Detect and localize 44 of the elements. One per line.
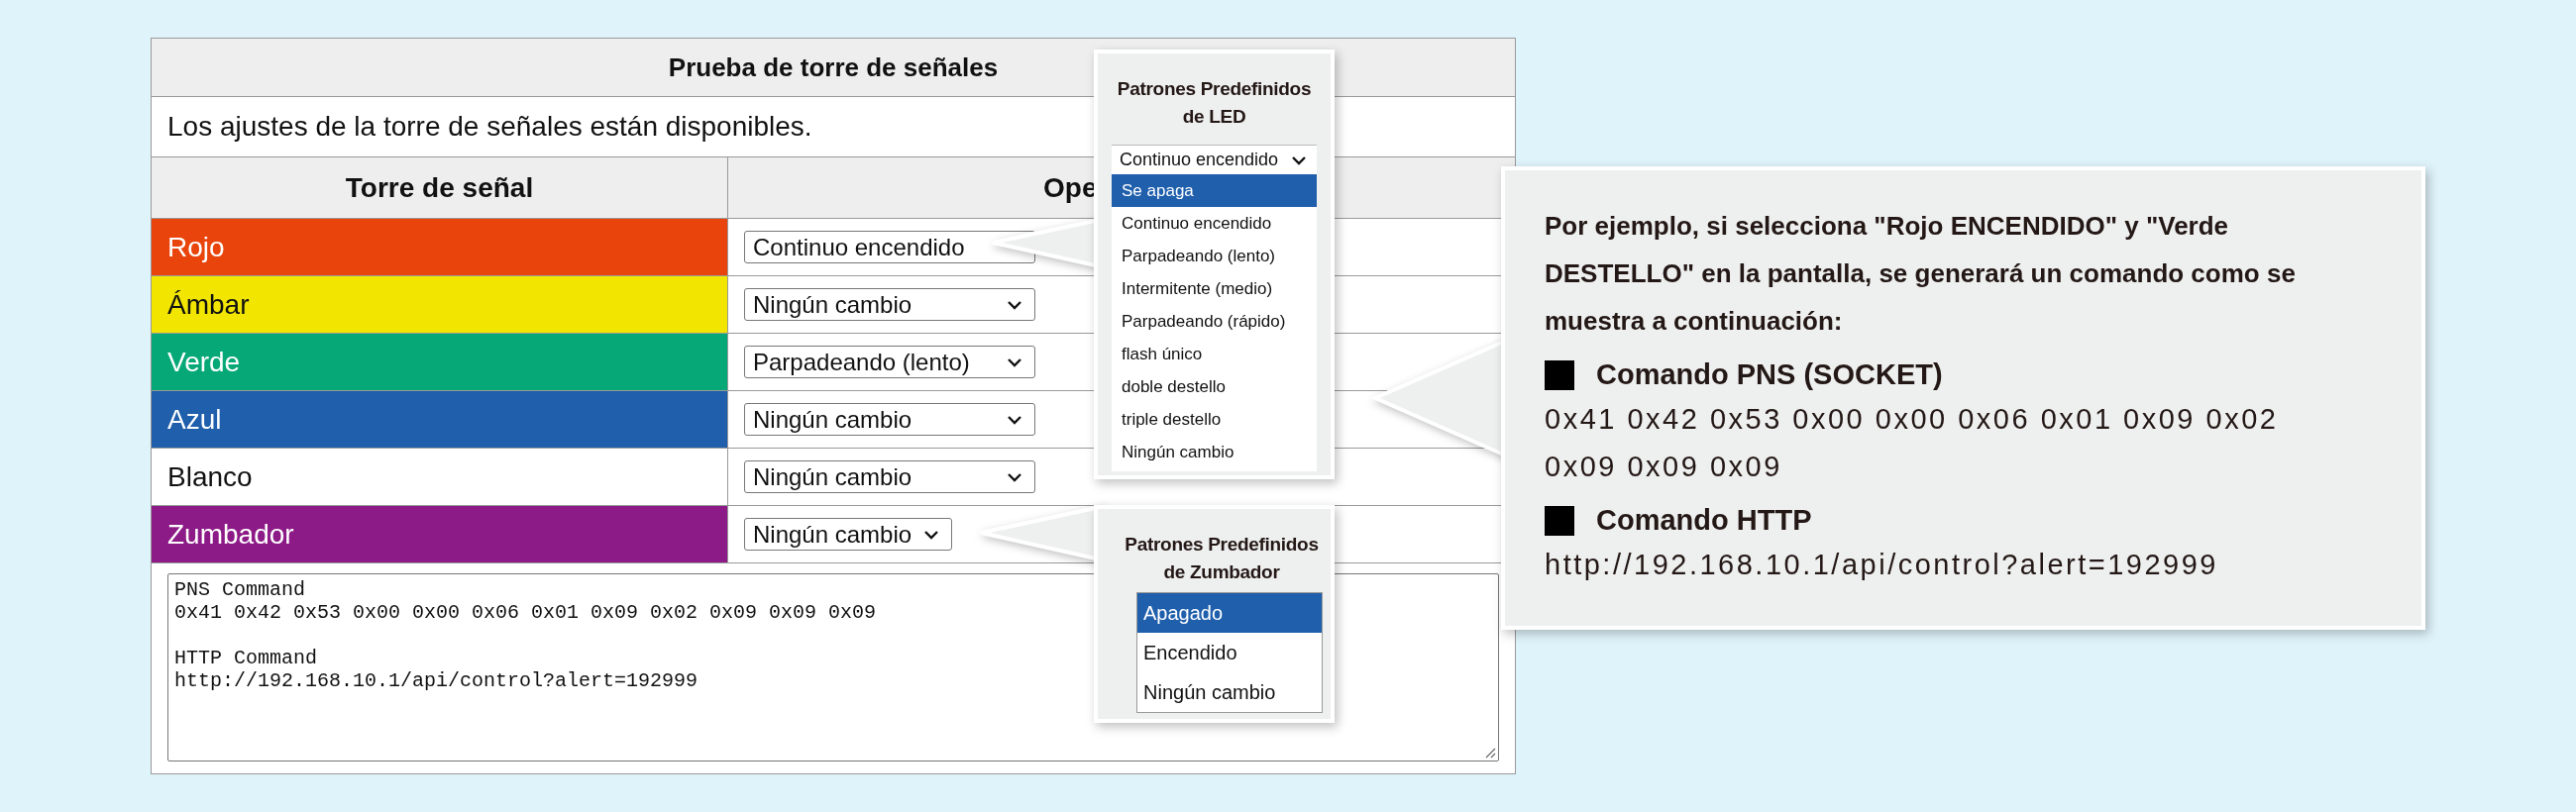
dropdown-option[interactable]: Parpadeando (lento): [1112, 240, 1317, 272]
signal-name-cell: Verde: [152, 334, 728, 391]
dropdown-option[interactable]: Apagado: [1137, 593, 1322, 633]
signal-name-cell: Rojo: [152, 219, 728, 276]
square-bullet-icon: [1545, 505, 1574, 536]
dropdown-option[interactable]: Encendido: [1137, 633, 1322, 672]
column-header: Ope: [1043, 171, 1098, 204]
chevron-down-icon: [1007, 356, 1022, 367]
section-heading: Comando HTTP: [1596, 504, 1812, 537]
command-text: 0x41 0x42 0x53 0x00 0x00 0x06 0x01 0x09 0x02 0x09 0x09 0x09: [1545, 402, 2280, 484]
section-heading: Comando PNS (SOCKET): [1596, 358, 1943, 391]
chevron-down-icon: [1007, 414, 1022, 425]
signal-name-cell: Blanco: [152, 449, 728, 506]
dropdown-option[interactable]: Se apaga: [1112, 174, 1317, 207]
column-header: Torre de señal: [345, 171, 534, 204]
dropdown-option[interactable]: Parpadeando (rápido): [1112, 305, 1317, 338]
dropdown[interactable]: Ningún cambio: [744, 288, 1035, 321]
dropdown-option[interactable]: Ningún cambio: [1137, 672, 1322, 712]
chevron-down-icon: [1007, 299, 1022, 310]
example-description: Por ejemplo, si selecciona "Rojo ENCENDIDO" y "Verde DESTELLO" en la pantalla, se generará un comando como se muestra a continuación:: [1545, 210, 2297, 338]
dropdown-option[interactable]: Continuo encendido: [1112, 207, 1317, 240]
command-text: http://192.168.10.1/api/control?alert=192999: [1545, 548, 2219, 582]
dropdown-option[interactable]: doble destello: [1112, 370, 1317, 403]
dropdown-option[interactable]: flash único: [1112, 338, 1317, 370]
dropdown-option[interactable]: Intermitente (medio): [1112, 272, 1317, 305]
dropdown-option[interactable]: triple destello: [1112, 403, 1317, 436]
chevron-down-icon: [1007, 471, 1022, 482]
dropdown[interactable]: Ningún cambio: [744, 518, 953, 551]
signal-name-cell: Ámbar: [152, 276, 728, 334]
dropdown[interactable]: Continuo encendido: [744, 231, 1035, 263]
panel-description: Los ajustes de la torre de señales están disponibles.: [167, 111, 812, 143]
square-bullet-icon: [1545, 359, 1574, 390]
signal-name-cell: Azul: [152, 391, 728, 449]
dropdown[interactable]: Ningún cambio: [744, 460, 1035, 493]
dropdown[interactable]: Parpadeando (lento): [744, 346, 1035, 378]
dropdown[interactable]: Continuo encendido: [1112, 145, 1317, 174]
dropdown[interactable]: Ningún cambio: [744, 403, 1035, 436]
callout-title: Patrones Predefinidos de LED: [1116, 77, 1313, 129]
chevron-down-icon: [1291, 154, 1307, 165]
signal-name-cell: Zumbador: [152, 506, 728, 563]
panel-title: Prueba de torre de señales: [668, 51, 999, 83]
dropdown-option[interactable]: Ningún cambio: [1112, 436, 1317, 468]
chevron-down-icon: [923, 529, 940, 540]
resize-grip-icon[interactable]: [1484, 747, 1496, 759]
